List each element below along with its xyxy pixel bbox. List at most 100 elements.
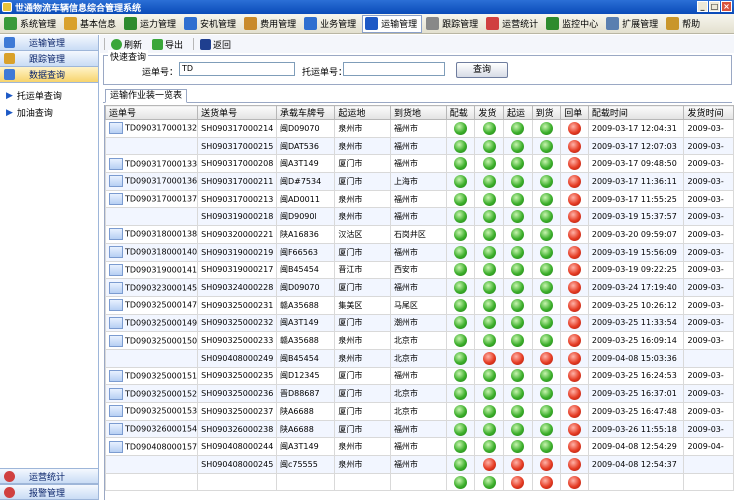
search-button[interactable]: 查询: [456, 62, 508, 78]
cell-status: [502, 119, 533, 138]
export-button[interactable]: 导出: [152, 38, 183, 51]
status-green-icon: [511, 334, 525, 348]
table-row[interactable]: TD090318000138 SH090320000221 陕A16836 汉沽区 石岗…: [105, 225, 734, 244]
close-button[interactable]: ×: [721, 1, 732, 12]
status-green-icon: [539, 298, 553, 312]
column-header[interactable]: 起运地: [334, 105, 391, 120]
table-row[interactable]: SH090319000218 闽D9090l 泉州市 福州市 2009-03-19 15…: [105, 207, 734, 227]
table-row[interactable]: TD090326000154 SH090326000238 陕A6688 厦门市 福州市…: [105, 419, 734, 439]
cell-time: [587, 472, 685, 492]
menu-item-money[interactable]: 费用管理: [242, 15, 300, 33]
menu-item-extend[interactable]: 扩展管理: [604, 15, 662, 33]
toolbar-separator: [104, 38, 105, 50]
cell-status: [560, 366, 589, 386]
cell-text: 陕A6688: [279, 406, 314, 416]
menu-item-system[interactable]: 系统管理: [2, 15, 60, 33]
table-row[interactable]: [105, 472, 734, 492]
status-green-icon: [511, 281, 525, 295]
cell-status: [502, 242, 533, 262]
table-row[interactable]: TD090318000140 SH090319000219 闽F66563 厦门市 福州…: [105, 242, 734, 262]
cell-status: [531, 402, 562, 421]
table-row[interactable]: SH090317000215 闽DAT536 泉州市 福州市 2009-03-17 12…: [105, 136, 734, 156]
menu-item-help[interactable]: 帮助: [664, 15, 704, 33]
menu-item-label: 运营统计: [502, 20, 539, 30]
cell-text: 福州市: [393, 371, 418, 381]
table-row[interactable]: TD090325000149 SH090325000232 闽A3T149 厦门市 潮州…: [105, 313, 734, 333]
waybill-input[interactable]: TD: [179, 62, 295, 76]
cell-plate: 闽A3T149: [275, 437, 336, 457]
table-row[interactable]: TD090325000153 SH090325000237 陕A6688 厦门市 北京市…: [105, 402, 734, 421]
menu-item-label: 基本信息: [80, 20, 117, 30]
menu-item-transport[interactable]: 运输管理: [362, 14, 423, 33]
table-row[interactable]: TD090317000137 SH090317000213 闽AD0011 泉州市 福州…: [105, 189, 734, 209]
waybill-label: 运单号：: [142, 68, 179, 78]
sidebar-section-query[interactable]: 数据查询: [0, 67, 98, 83]
cell-waybill: [105, 455, 199, 474]
table-row[interactable]: TD090317000136 SH090317000211 闽D#7534 厦门市 上海…: [105, 172, 734, 191]
column-header[interactable]: 送货单号: [197, 105, 277, 120]
status-green-icon: [539, 227, 553, 241]
cell-status: [502, 366, 533, 386]
menu-item-chart[interactable]: 运营统计: [484, 15, 542, 33]
status-green-icon: [454, 281, 468, 295]
cell-time: 2009-03-17 11:55:25: [587, 189, 685, 209]
cell-plate: 闽D#7534: [275, 172, 336, 191]
table-row[interactable]: TD090325000150 SH090325000233 赣A35688 泉州市 北京…: [105, 331, 734, 350]
sidebar-section-transport[interactable]: 运输管理: [0, 35, 98, 51]
cell-ship-time: 2009-03-: [683, 366, 734, 386]
status-green-icon: [511, 227, 525, 241]
menu-item-globe[interactable]: 安机管理: [182, 15, 240, 33]
minimize-button[interactable]: _: [697, 1, 708, 12]
cell-plate: 闽c75555: [275, 455, 336, 474]
column-header[interactable]: 承载车牌号: [275, 105, 336, 120]
table-row[interactable]: TD090408000157 SH090408000244 闽A3T149 泉州市 福州…: [105, 437, 734, 457]
table-row[interactable]: TD090317000133 SH090317000208 闽A3T149 厦门市 福州…: [105, 154, 734, 174]
column-header[interactable]: 到货: [531, 105, 562, 120]
cell-to: 福州市: [389, 278, 447, 297]
table-row[interactable]: TD090317000132 SH090317000214 闽D09070 泉州市 福州…: [105, 119, 734, 138]
truck-icon: [124, 17, 138, 30]
column-header[interactable]: 运单号: [105, 105, 199, 120]
menu-item-truck[interactable]: 运力管理: [122, 15, 180, 33]
column-header[interactable]: 配载: [445, 105, 476, 120]
column-header[interactable]: 到货地: [389, 105, 447, 120]
cell-text: TD090323000145: [125, 283, 198, 293]
table-row[interactable]: TD090325000152 SH090325000236 晋D88687 厦门市 北京…: [105, 384, 734, 403]
status-red-icon: [568, 298, 582, 312]
cell-waybill: TD090325000147: [105, 295, 199, 315]
back-button[interactable]: 返回: [200, 38, 231, 51]
column-header[interactable]: 配载时间: [587, 105, 685, 120]
table-row[interactable]: TD090319000141 SH090319000217 闽B45454 晋江市 西安…: [105, 260, 734, 280]
sidebar-link[interactable]: ▶ 加油查询: [0, 104, 98, 121]
window-title: 世通物流车辆信息综合管理系统: [15, 3, 142, 14]
table-row[interactable]: TD090323000145 SH090324000228 闽D09070 厦门市 福州…: [105, 278, 734, 297]
sidebar-section-alarm[interactable]: 报警管理: [0, 484, 98, 500]
cell-delivery: SH090319000217: [197, 260, 277, 280]
status-green-icon: [482, 227, 496, 241]
maximize-button[interactable]: □: [709, 1, 720, 12]
cell-waybill: [105, 348, 199, 368]
column-header[interactable]: 起运: [502, 105, 533, 120]
table-row[interactable]: SH090408000245 闽c75555 泉州市 福州市 2009-04-08 12…: [105, 455, 734, 474]
table-row[interactable]: SH090408000249 闽B45454 泉州市 北京市 2009-04-08 15…: [105, 348, 734, 368]
tab-transport-list[interactable]: 运输作业装一览表: [105, 89, 188, 103]
sidebar-link[interactable]: ▶ 托运单查询: [0, 87, 98, 104]
cell-text: TD090408000157: [125, 442, 198, 452]
menu-item-cart[interactable]: 业务管理: [302, 15, 360, 33]
main-content: 刷新 导出 返回 快速查询 运单号： TD 托运单号： 查询 运输作业装一览表 …: [100, 35, 734, 500]
menu-item-monitor[interactable]: 监控中心: [544, 15, 602, 33]
consign-input[interactable]: [343, 62, 445, 76]
refresh-button[interactable]: 刷新: [111, 38, 142, 51]
sidebar-section-chart[interactable]: 运营统计: [0, 468, 98, 484]
cell-text: 福州市: [393, 459, 418, 469]
table-row[interactable]: TD090325000151 SH090325000235 闽D12345 厦门市 福州…: [105, 366, 734, 386]
sidebar-section-track[interactable]: 跟踪管理: [0, 51, 98, 67]
column-header[interactable]: 回单: [560, 105, 589, 120]
menu-item-track[interactable]: 跟踪管理: [424, 15, 482, 33]
column-header[interactable]: 发货: [474, 105, 504, 120]
menu-item-info[interactable]: 基本信息: [62, 15, 120, 33]
column-header[interactable]: 发货时间: [683, 105, 734, 120]
table-row[interactable]: TD090325000147 SH090325000231 赣A35688 集美区 马尾…: [105, 295, 734, 315]
cell-text: 闽D9090l: [279, 212, 317, 222]
cell-delivery: SH090325000233: [197, 331, 277, 350]
